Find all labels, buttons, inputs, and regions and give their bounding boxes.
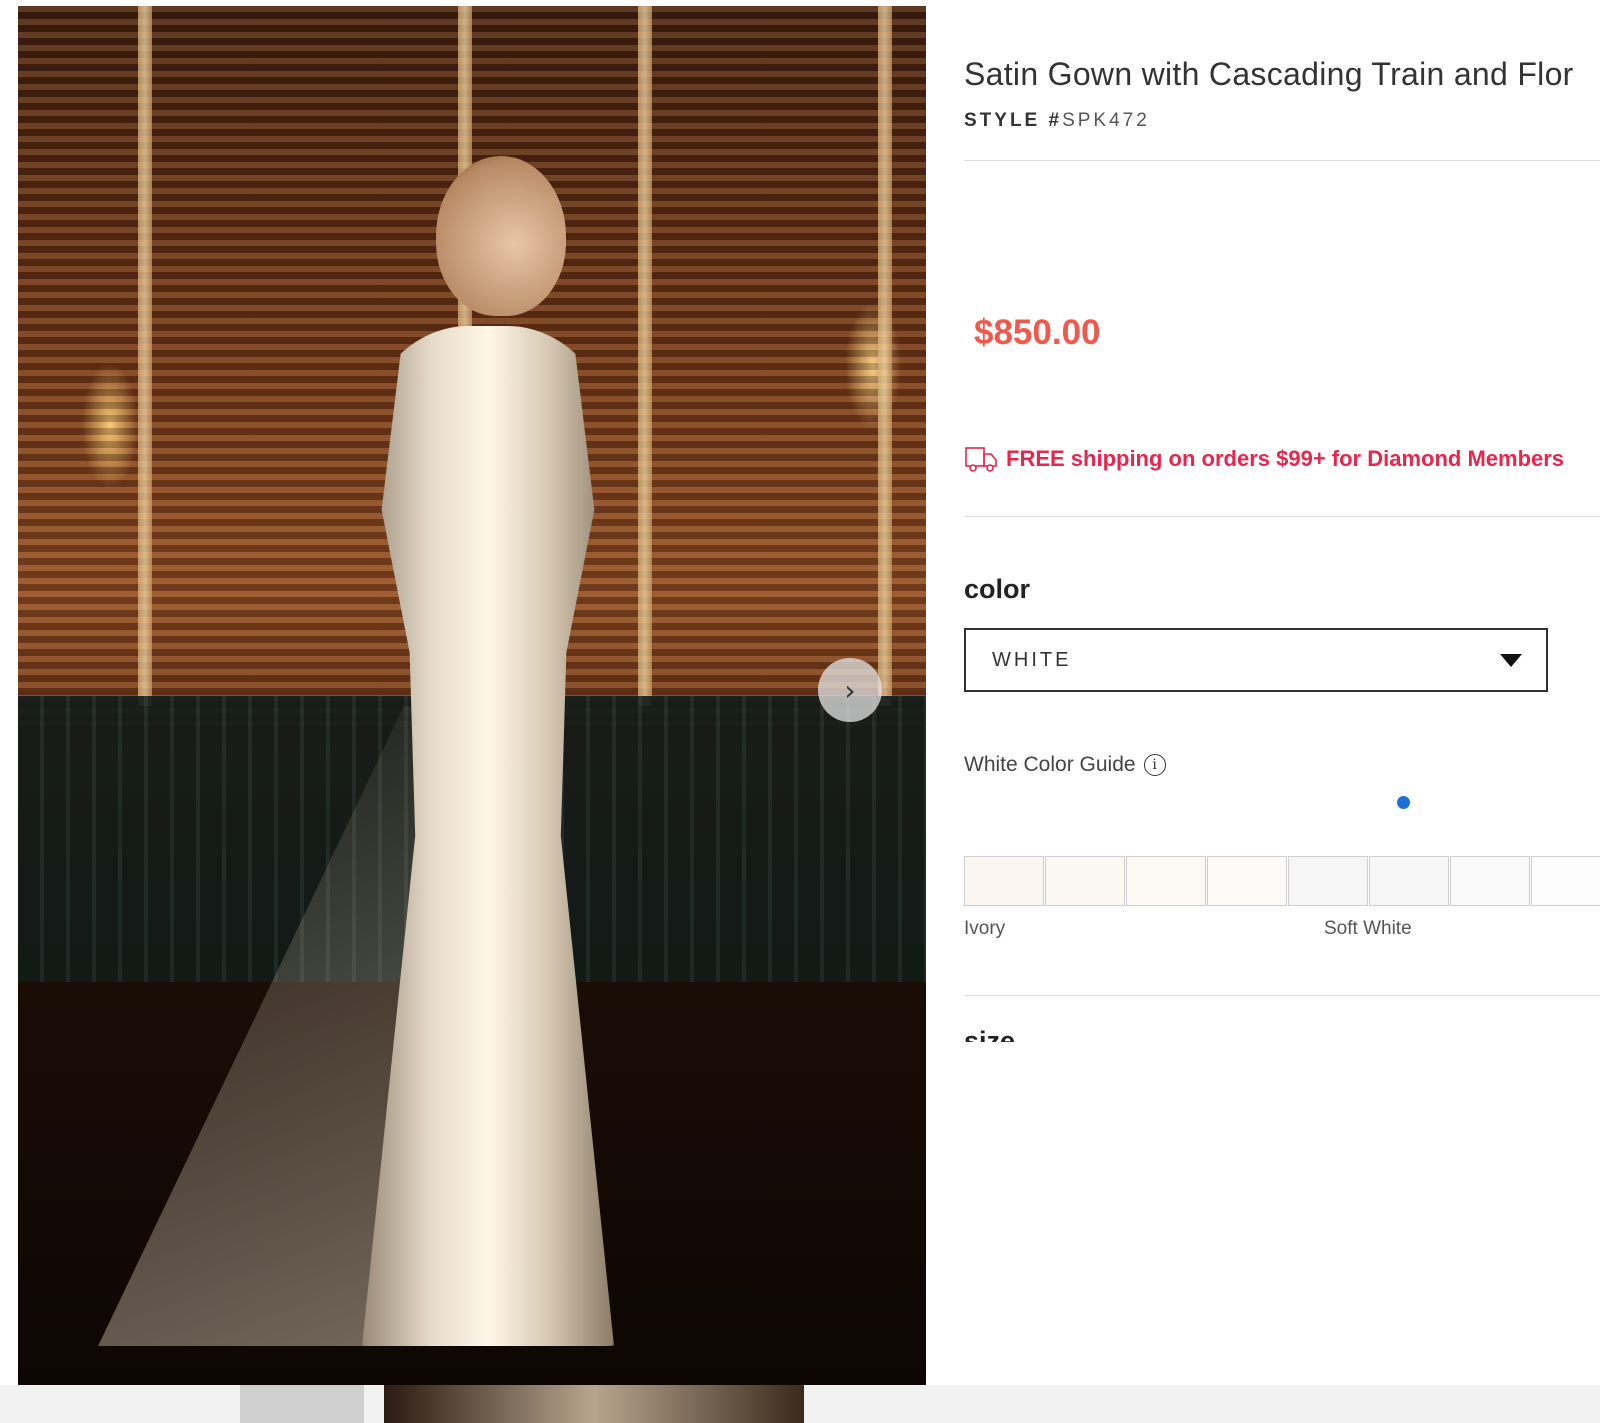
style-code: SPK472 bbox=[1062, 110, 1150, 131]
color-swatch[interactable] bbox=[1207, 856, 1287, 906]
color-swatch-scale bbox=[964, 856, 1600, 906]
size-heading: size bbox=[964, 1022, 1024, 1042]
price: $850.00 bbox=[974, 313, 1101, 352]
swatch-label-soft-white: Soft White bbox=[1324, 918, 1412, 939]
thumbnail-strip bbox=[0, 1385, 1600, 1423]
shipping-text: FREE shipping on orders $99+ for Diamond… bbox=[1006, 446, 1565, 471]
caret-down-icon bbox=[1500, 653, 1522, 667]
color-guide: White Color Guide i bbox=[964, 753, 1166, 777]
style-number: STYLE #SPK472 bbox=[964, 110, 1150, 132]
delivery-truck-icon bbox=[965, 447, 997, 472]
chevron-right-icon: › bbox=[844, 673, 856, 707]
next-image-button[interactable]: › bbox=[818, 658, 882, 722]
divider bbox=[964, 995, 1600, 996]
divider bbox=[964, 516, 1600, 517]
color-swatch[interactable] bbox=[1288, 856, 1368, 906]
color-swatch[interactable] bbox=[964, 856, 1044, 906]
product-photo[interactable]: › bbox=[18, 6, 926, 1402]
divider bbox=[964, 160, 1600, 161]
product-title: Satin Gown with Cascading Train and Flor bbox=[964, 56, 1574, 92]
color-select-value: WHITE bbox=[992, 648, 1072, 671]
model-head bbox=[436, 156, 566, 316]
window-frame bbox=[138, 6, 152, 706]
color-select[interactable]: WHITE bbox=[964, 628, 1548, 692]
size-heading-text: size bbox=[964, 1026, 1016, 1042]
color-swatch[interactable] bbox=[1369, 856, 1449, 906]
color-guide-label: White Color Guide bbox=[964, 753, 1136, 776]
color-swatch[interactable] bbox=[1450, 856, 1530, 906]
color-guide-marker bbox=[1397, 796, 1410, 809]
shipping-banner: FREE shipping on orders $99+ for Diamond… bbox=[964, 444, 1564, 474]
info-icon[interactable]: i bbox=[1143, 754, 1166, 776]
product-details: Satin Gown with Cascading Train and Flor… bbox=[964, 0, 1600, 1423]
thumbnail[interactable] bbox=[240, 1385, 364, 1423]
color-swatch[interactable] bbox=[1126, 856, 1206, 906]
swatch-label-ivory: Ivory bbox=[964, 918, 1006, 939]
window-frame bbox=[878, 6, 892, 706]
color-swatch[interactable] bbox=[1531, 856, 1600, 906]
color-heading: color bbox=[964, 574, 1031, 604]
color-swatch[interactable] bbox=[1045, 856, 1125, 906]
window-frame bbox=[638, 6, 652, 706]
thumbnail[interactable] bbox=[384, 1385, 804, 1423]
style-label: STYLE # bbox=[964, 110, 1063, 131]
